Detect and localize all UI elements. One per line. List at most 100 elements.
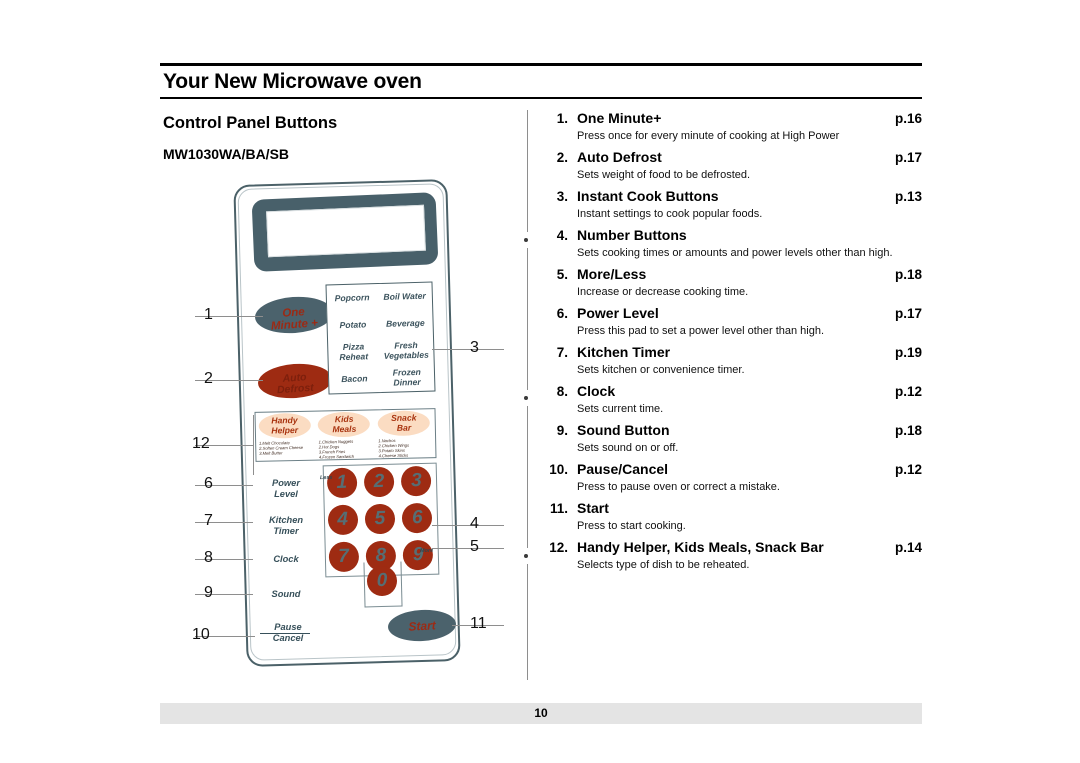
item-description: Increase or decrease cooking time. xyxy=(577,286,749,298)
item-label: Handy Helper, Kids Meals, Snack Bar xyxy=(577,539,824,555)
callout-5: 5 xyxy=(470,538,479,555)
callout-8: 8 xyxy=(204,549,213,566)
item-page-ref: p.12 xyxy=(894,384,922,399)
item-label: Clock xyxy=(577,383,616,399)
item-number: 4. xyxy=(556,228,568,243)
display-screen xyxy=(266,204,426,258)
item-page-ref: p.17 xyxy=(894,150,922,165)
item-number: 1. xyxy=(556,111,568,126)
list-item-6: 6. Power Level p.17 Press this pad to se… xyxy=(540,305,922,337)
callout-12: 12 xyxy=(192,435,210,452)
list-item-2: 2. Auto Defrost p.17 Sets weight of food… xyxy=(540,149,922,181)
item-label: Start xyxy=(577,500,609,516)
leader-line-12-vertical xyxy=(253,415,254,475)
kitchen-timer-label[interactable]: Kitchen Timer xyxy=(258,515,314,536)
item-number: 12. xyxy=(549,540,568,555)
list-item-9: 9. Sound Button p.18 Sets sound on or of… xyxy=(540,422,922,454)
kitchen-timer-line1: Kitchen xyxy=(268,515,304,525)
key-3-label: 3 xyxy=(401,466,432,497)
model-number: MW1030WA/BA/SB xyxy=(163,146,290,162)
item-page-ref: p.14 xyxy=(894,540,922,555)
item-page-ref: p.18 xyxy=(894,267,922,282)
key-5[interactable]: 5 xyxy=(361,500,399,538)
power-level-line1: Power xyxy=(272,478,300,488)
list-item-4: 4. Number Buttons Sets cooking times or … xyxy=(540,227,922,259)
divider-dot xyxy=(524,238,528,242)
power-level-label[interactable]: Power Level xyxy=(258,478,314,499)
item-description: Press this pad to set a power level othe… xyxy=(577,325,825,337)
key-9[interactable]: 9 xyxy=(399,536,437,574)
item-label: Instant Cook Buttons xyxy=(577,188,719,204)
key-6-label: 6 xyxy=(401,502,433,534)
pause-line1: Pause xyxy=(274,622,302,632)
category-box xyxy=(254,408,437,462)
power-level-line2: Level xyxy=(274,488,298,499)
list-item-11: 11. Start Press to start cooking. xyxy=(540,500,922,532)
item-number: 9. xyxy=(556,423,568,438)
callout-6: 6 xyxy=(204,475,213,492)
item-label: One Minute+ xyxy=(577,110,662,126)
item-number: 2. xyxy=(556,150,568,165)
list-item-10: 10. Pause/Cancel p.12 Press to pause ove… xyxy=(540,461,922,493)
list-item-7: 7. Kitchen Timer p.19 Sets kitchen or co… xyxy=(540,344,922,376)
key-3[interactable]: 3 xyxy=(397,463,435,501)
callout-4: 4 xyxy=(470,515,479,532)
item-description: Sets weight of food to be defrosted. xyxy=(577,169,751,181)
key-1-label: 1 xyxy=(326,467,358,499)
item-number: 8. xyxy=(556,384,568,399)
section-title: Control Panel Buttons xyxy=(163,114,338,132)
item-page-ref: p.13 xyxy=(894,189,922,204)
callout-1: 1 xyxy=(204,306,213,323)
item-description: Selects type of dish to be reheated. xyxy=(577,559,750,571)
item-number: 5. xyxy=(556,267,568,282)
page-title: Your New Microwave oven xyxy=(163,70,422,93)
item-description: Sets cooking times or amounts and power … xyxy=(577,247,893,259)
key-1[interactable]: 1 xyxy=(323,464,361,502)
title-rule-bottom xyxy=(160,97,922,99)
divider-dot xyxy=(524,554,528,558)
item-description: Sets sound on or off. xyxy=(577,442,679,454)
control-panel-diagram: One Minute + Auto Defrost Popcorn Boil W… xyxy=(160,170,520,680)
control-button-list: 1. One Minute+ p.16 Press once for every… xyxy=(540,110,922,578)
less-label: Less xyxy=(319,474,333,482)
key-2-label: 2 xyxy=(363,466,395,498)
item-page-ref: p.16 xyxy=(894,111,922,126)
key-6[interactable]: 6 xyxy=(398,499,436,537)
leader-line-3 xyxy=(432,349,504,350)
item-description: Instant settings to cook popular foods. xyxy=(577,208,763,220)
item-number: 10. xyxy=(549,462,568,477)
key-4[interactable]: 4 xyxy=(324,501,362,539)
item-label: Kitchen Timer xyxy=(577,344,671,360)
key-2[interactable]: 2 xyxy=(360,464,398,502)
item-number: 6. xyxy=(556,306,568,321)
callout-7: 7 xyxy=(204,512,213,529)
item-label: Auto Defrost xyxy=(577,149,662,165)
kitchen-timer-line2: Timer xyxy=(273,525,299,536)
pause-cancel-divider xyxy=(260,633,310,634)
key-7[interactable]: 7 xyxy=(324,538,362,576)
number-keypad: 1 2 3 4 5 6 7 8 9 xyxy=(323,463,438,576)
key-5-label: 5 xyxy=(364,503,396,535)
sound-label[interactable]: Sound xyxy=(258,589,314,600)
clock-label[interactable]: Clock xyxy=(258,554,314,565)
list-item-5: 5. More/Less p.18 Increase or decrease c… xyxy=(540,266,922,298)
list-item-12: 12. Handy Helper, Kids Meals, Snack Bar … xyxy=(540,539,922,571)
callout-10: 10 xyxy=(192,626,210,643)
leader-line-5 xyxy=(432,548,504,549)
leader-line-4 xyxy=(432,525,504,526)
item-description: Sets kitchen or convenience timer. xyxy=(577,364,745,376)
item-page-ref: p.12 xyxy=(894,462,922,477)
item-page-ref: p.18 xyxy=(894,423,922,438)
instant-cook-box xyxy=(325,281,436,395)
item-page-ref: p.19 xyxy=(894,345,922,360)
item-number: 3. xyxy=(556,189,568,204)
key-4-label: 4 xyxy=(327,504,359,536)
item-number: 7. xyxy=(556,345,568,360)
callout-9: 9 xyxy=(204,584,213,601)
item-description: Sets current time. xyxy=(577,403,664,415)
divider-dot xyxy=(524,396,528,400)
callout-2: 2 xyxy=(204,370,213,387)
item-number: 11. xyxy=(549,501,568,516)
manual-page: Your New Microwave oven Control Panel Bu… xyxy=(0,0,1080,763)
item-label: More/Less xyxy=(577,266,647,282)
